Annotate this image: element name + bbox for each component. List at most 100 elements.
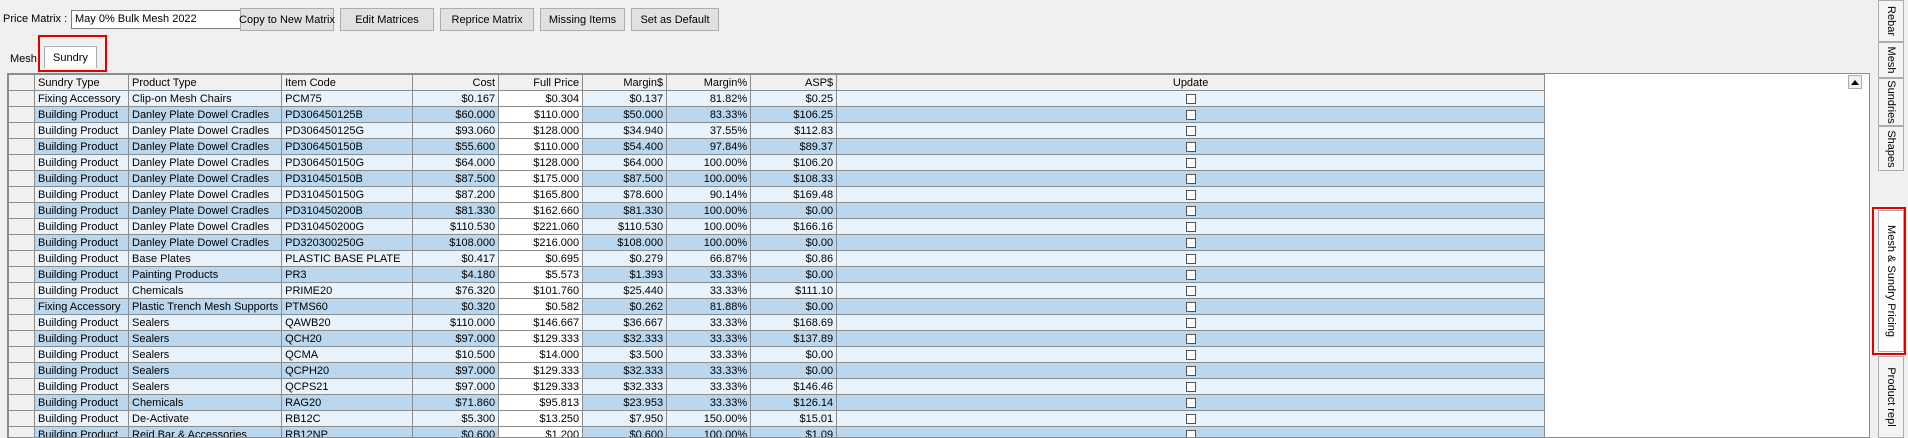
row-selector[interactable] bbox=[8, 154, 35, 171]
side-tab-product-repl[interactable]: Product repl bbox=[1878, 356, 1904, 438]
cell-item-code[interactable]: QCPH20 bbox=[281, 362, 414, 379]
update-checkbox[interactable] bbox=[1185, 429, 1196, 437]
cell-asp[interactable]: $0.25 bbox=[750, 90, 838, 107]
table-row[interactable]: Building Product Sealers QCPH20 $97.000 $129… bbox=[8, 362, 1546, 379]
row-selector[interactable] bbox=[8, 330, 35, 347]
cell-item-code[interactable]: QCH20 bbox=[281, 330, 414, 347]
cell-full-price[interactable]: $129.333 bbox=[498, 330, 584, 347]
cell-cost[interactable]: $0.167 bbox=[412, 90, 500, 107]
cell-margin-pct[interactable]: 97.84% bbox=[666, 138, 752, 155]
cell-margin-pct[interactable]: 100.00% bbox=[666, 426, 752, 437]
cell-item-code[interactable]: PD306450125G bbox=[281, 122, 414, 139]
cell-item-code[interactable]: PD306450150B bbox=[281, 138, 414, 155]
cell-sundry-type[interactable]: Building Product bbox=[34, 170, 129, 187]
cell-asp[interactable]: $0.00 bbox=[750, 234, 838, 251]
update-checkbox[interactable] bbox=[1185, 125, 1196, 136]
cell-full-price[interactable]: $128.000 bbox=[498, 122, 584, 139]
cell-asp[interactable]: $0.00 bbox=[750, 202, 838, 219]
side-tab-sundries[interactable]: Sundries bbox=[1878, 78, 1904, 126]
cell-product-type[interactable]: Danley Plate Dowel Cradles bbox=[127, 106, 283, 123]
row-selector[interactable] bbox=[8, 314, 35, 331]
cell-item-code[interactable]: QAWB20 bbox=[281, 314, 414, 331]
table-row[interactable]: Building Product Danley Plate Dowel Cradl… bbox=[8, 154, 1546, 171]
tab-mesh[interactable]: Mesh bbox=[10, 50, 37, 68]
update-checkbox[interactable] bbox=[1185, 93, 1196, 104]
cell-margin-pct[interactable]: 33.33% bbox=[666, 330, 752, 347]
cell-margin-pct[interactable]: 37.55% bbox=[666, 122, 752, 139]
cell-full-price[interactable]: $175.000 bbox=[498, 170, 584, 187]
cell-asp[interactable]: $15.01 bbox=[750, 410, 838, 427]
row-selector[interactable] bbox=[8, 410, 35, 427]
cell-margin-pct[interactable]: 81.82% bbox=[666, 90, 752, 107]
cell-item-code[interactable]: PD310450200G bbox=[281, 218, 414, 235]
table-row[interactable]: Building Product Sealers QCH20 $97.000 $129.… bbox=[8, 330, 1546, 347]
cell-cost[interactable]: $60.000 bbox=[412, 106, 500, 123]
cell-cost[interactable]: $93.060 bbox=[412, 122, 500, 139]
cell-item-code[interactable]: PD320300250G bbox=[281, 234, 414, 251]
update-checkbox[interactable] bbox=[1185, 141, 1196, 152]
cell-margin-pct[interactable]: 81.88% bbox=[666, 298, 752, 315]
table-row[interactable]: Building Product Sealers QCMA $10.500 $14.00… bbox=[8, 346, 1546, 363]
cell-margin-dollar[interactable]: $32.333 bbox=[582, 362, 668, 379]
cell-sundry-type[interactable]: Building Product bbox=[34, 378, 129, 395]
cell-margin-dollar[interactable]: $64.000 bbox=[582, 154, 668, 171]
cell-margin-dollar[interactable]: $36.667 bbox=[582, 314, 668, 331]
col-cost[interactable]: Cost bbox=[412, 74, 500, 91]
cell-asp[interactable]: $89.37 bbox=[750, 138, 838, 155]
cell-product-type[interactable]: Danley Plate Dowel Cradles bbox=[127, 122, 283, 139]
cell-full-price[interactable]: $110.000 bbox=[498, 138, 584, 155]
cell-full-price[interactable]: $5.573 bbox=[498, 266, 584, 283]
edit-matrices-button[interactable]: Edit Matrices bbox=[340, 8, 434, 31]
cell-full-price[interactable]: $0.304 bbox=[498, 90, 584, 107]
update-checkbox[interactable] bbox=[1185, 397, 1196, 408]
cell-margin-pct[interactable]: 33.33% bbox=[666, 314, 752, 331]
row-selector[interactable] bbox=[8, 234, 35, 251]
row-selector[interactable] bbox=[8, 250, 35, 267]
cell-item-code[interactable]: PD310450200B bbox=[281, 202, 414, 219]
cell-full-price[interactable]: $101.760 bbox=[498, 282, 584, 299]
cell-margin-pct[interactable]: 100.00% bbox=[666, 170, 752, 187]
row-selector[interactable] bbox=[8, 170, 35, 187]
table-row[interactable]: Building Product Danley Plate Dowel Cradl… bbox=[8, 186, 1546, 203]
cell-margin-pct[interactable]: 33.33% bbox=[666, 266, 752, 283]
cell-item-code[interactable]: PTMS60 bbox=[281, 298, 414, 315]
side-tab-mesh[interactable]: Mesh bbox=[1878, 42, 1904, 78]
cell-product-type[interactable]: Danley Plate Dowel Cradles bbox=[127, 170, 283, 187]
copy-to-new-matrix-button[interactable]: Copy to New Matrix bbox=[239, 8, 335, 31]
cell-margin-dollar[interactable]: $54.400 bbox=[582, 138, 668, 155]
cell-item-code[interactable]: PCM75 bbox=[281, 90, 414, 107]
table-row[interactable]: Building Product Sealers QCPS21 $97.000 $129… bbox=[8, 378, 1546, 395]
row-selector[interactable] bbox=[8, 346, 35, 363]
cell-margin-pct[interactable]: 33.33% bbox=[666, 282, 752, 299]
table-row[interactable]: Building Product Danley Plate Dowel Cradl… bbox=[8, 234, 1546, 251]
cell-product-type[interactable]: Painting Products bbox=[127, 266, 283, 283]
cell-cost[interactable]: $108.000 bbox=[412, 234, 500, 251]
row-selector[interactable] bbox=[8, 218, 35, 235]
cell-full-price[interactable]: $221.060 bbox=[498, 218, 584, 235]
cell-cost[interactable]: $97.000 bbox=[412, 362, 500, 379]
update-checkbox[interactable] bbox=[1185, 253, 1196, 264]
cell-cost[interactable]: $87.200 bbox=[412, 186, 500, 203]
update-checkbox[interactable] bbox=[1185, 157, 1196, 168]
cell-product-type[interactable]: Danley Plate Dowel Cradles bbox=[127, 186, 283, 203]
cell-margin-dollar[interactable]: $0.600 bbox=[582, 426, 668, 437]
cell-full-price[interactable]: $0.582 bbox=[498, 298, 584, 315]
col-margin-pct[interactable]: Margin% bbox=[666, 74, 752, 91]
cell-asp[interactable]: $111.10 bbox=[750, 282, 838, 299]
cell-margin-pct[interactable]: 100.00% bbox=[666, 154, 752, 171]
cell-cost[interactable]: $87.500 bbox=[412, 170, 500, 187]
update-checkbox[interactable] bbox=[1185, 189, 1196, 200]
table-row[interactable]: Building Product Chemicals PRIME20 $76.320 $… bbox=[8, 282, 1546, 299]
cell-full-price[interactable]: $128.000 bbox=[498, 154, 584, 171]
cell-full-price[interactable]: $0.695 bbox=[498, 250, 584, 267]
cell-sundry-type[interactable]: Building Product bbox=[34, 234, 129, 251]
row-selector[interactable] bbox=[8, 122, 35, 139]
col-margin-dollar[interactable]: Margin$ bbox=[582, 74, 668, 91]
cell-full-price[interactable]: $13.250 bbox=[498, 410, 584, 427]
cell-cost[interactable]: $0.417 bbox=[412, 250, 500, 267]
cell-cost[interactable]: $0.600 bbox=[412, 426, 500, 437]
row-selector[interactable] bbox=[8, 378, 35, 395]
cell-product-type[interactable]: Danley Plate Dowel Cradles bbox=[127, 234, 283, 251]
cell-cost[interactable]: $10.500 bbox=[412, 346, 500, 363]
update-checkbox[interactable] bbox=[1185, 301, 1196, 312]
